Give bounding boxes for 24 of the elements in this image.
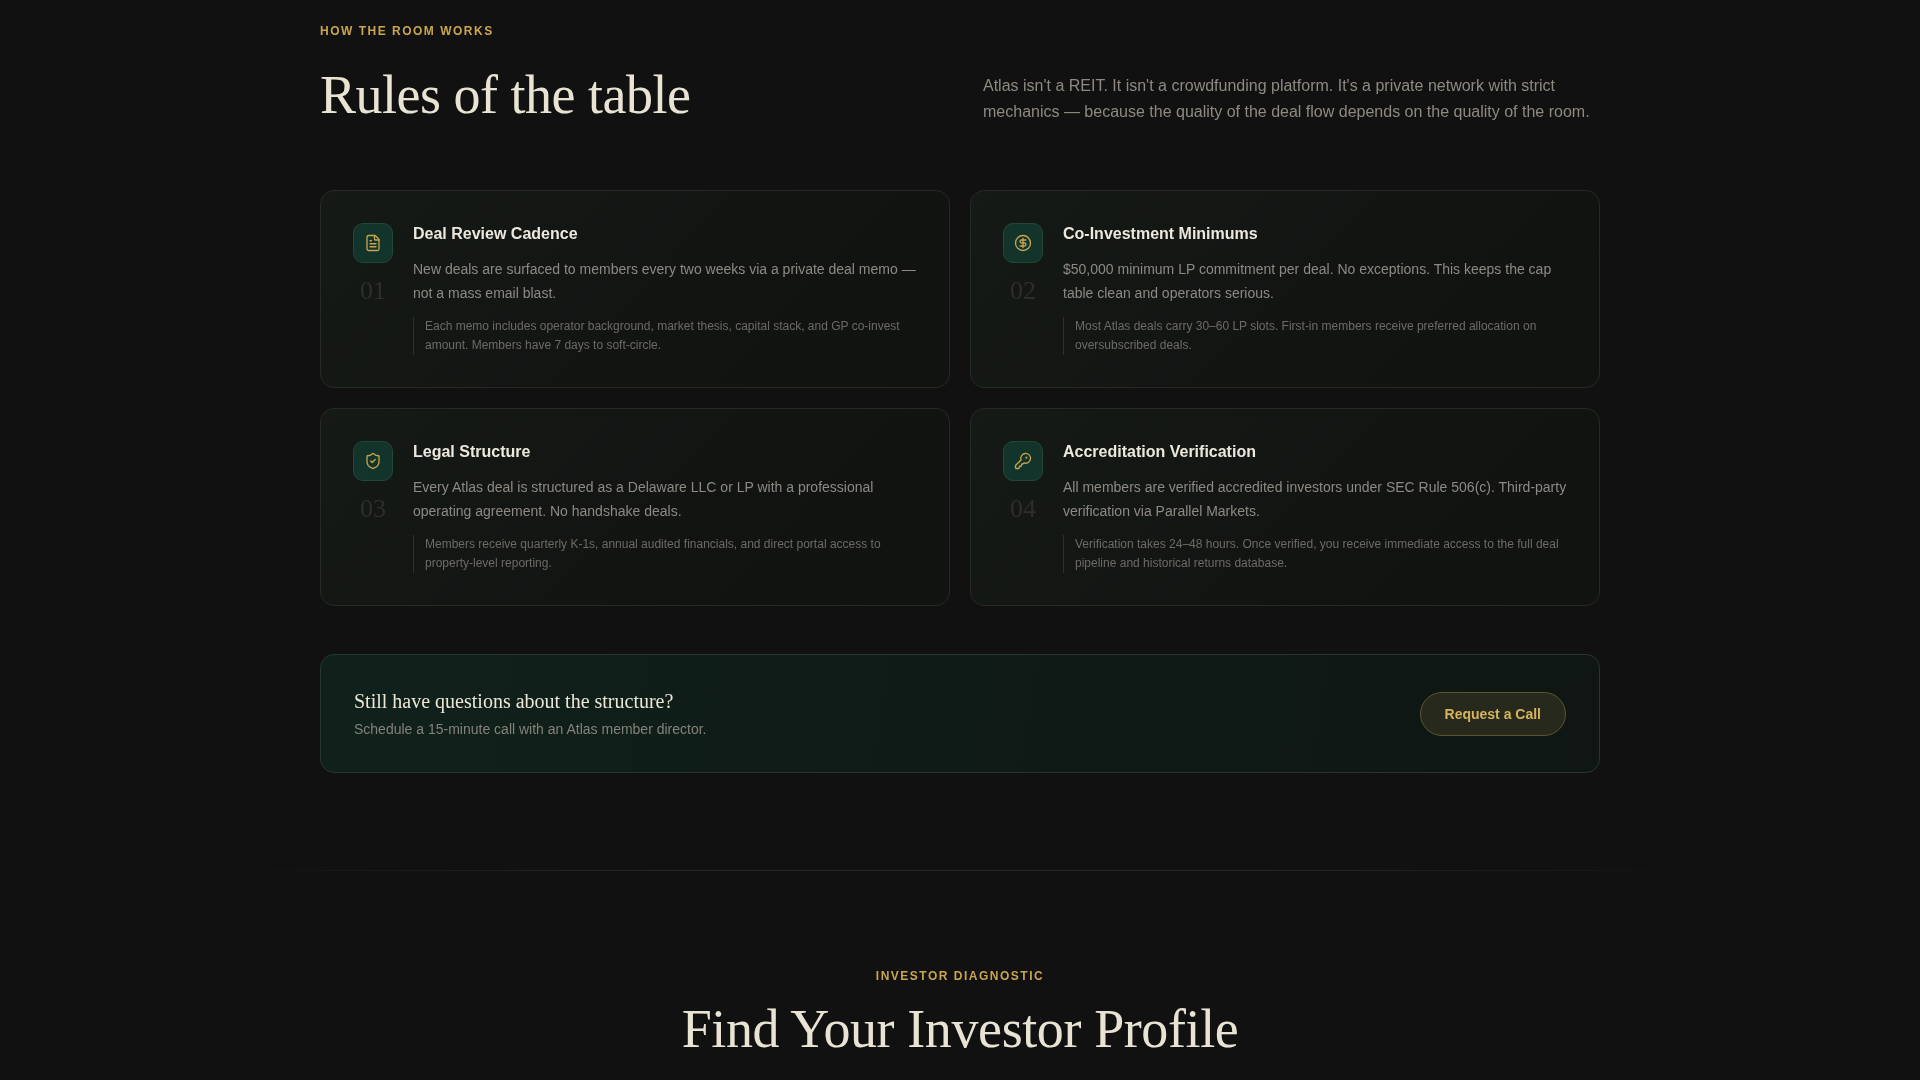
rule-description: Every Atlas deal is structured as a Delaware LLC or LP with a professional operating agreement. No handshake deals. [413, 478, 875, 521]
rule-description: $50,000 minimum LP commitment per deal. No exceptions. This keeps the cap table clean and operators serious. [1063, 260, 1553, 303]
rule-title: Legal Structure [413, 442, 531, 462]
rule-title: Co-Investment Minimums [1063, 224, 1258, 244]
rule-note: Verification takes 24–48 hours. Once verified, you receive immediate access to the full deal pipeline and historical returns database. [1063, 535, 1571, 573]
intro-text: Atlas isn't a REIT. It isn't a crowdfunding platform. It's a private network with strict mechanics — because the quality of the deal flow depends on the quality of the room. [983, 76, 1591, 122]
rule-description: New deals are surfaced to members every two weeks via a private deal memo — not a mass email blast. [413, 260, 917, 303]
key-icon [1003, 441, 1043, 481]
section-label: HOW THE ROOM WORKS [320, 24, 494, 38]
section-title: Find Your Investor Profile [681, 1000, 1239, 1058]
rule-note: Members receive quarterly K-1s, annual audited financials, and direct portal access to property-level reporting. [413, 535, 921, 573]
rule-title: Deal Review Cadence [413, 224, 578, 244]
rule-title: Accreditation Verification [1063, 442, 1256, 462]
dollar-coin-icon [1003, 223, 1043, 263]
shield-check-icon [353, 441, 393, 481]
cta-title: Still have questions about the structure? [354, 689, 674, 714]
document-icon [353, 223, 393, 263]
rule-note: Most Atlas deals carry 30–60 LP slots. First-in members receive preferred allocation on oversubscribed deals. [1063, 317, 1571, 355]
cta-subtitle: Schedule a 15-minute call with an Atlas member director. [354, 720, 707, 739]
rule-note: Each memo includes operator background, market thesis, capital stack, and GP co-invest amount. Members have 7 days to soft-circle. [413, 317, 921, 355]
request-call-button[interactable]: Request a Call [1419, 691, 1566, 736]
rule-description: All members are verified accredited investors under SEC Rule 506(c). Third-party verification via Parallel Markets. [1063, 478, 1568, 521]
section-label: INVESTOR DIAGNOSTIC [875, 969, 1045, 983]
section-title: Rules of the table [320, 68, 691, 122]
